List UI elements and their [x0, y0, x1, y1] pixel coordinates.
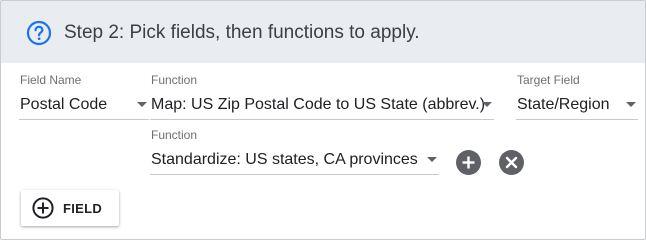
chevron-down-icon	[427, 157, 437, 162]
help-icon[interactable]	[26, 20, 52, 46]
field-name-select[interactable]: Postal Code	[19, 90, 149, 120]
step-title: Step 2: Pick fields, then functions to a…	[64, 22, 420, 43]
chevron-down-icon	[626, 102, 636, 107]
function-value: Map: US Zip Postal Code to US State (abb…	[151, 96, 486, 113]
field-name-value: Postal Code	[20, 96, 108, 113]
chevron-down-icon	[482, 102, 492, 107]
add-function-button[interactable]	[456, 150, 481, 175]
remove-function-button[interactable]	[499, 150, 524, 175]
target-field-select[interactable]: State/Region	[516, 90, 638, 120]
add-field-label: FIELD	[63, 201, 103, 216]
chevron-down-icon	[137, 102, 147, 107]
field-name-label: Field Name	[20, 73, 82, 87]
step-header: Step 2: Pick fields, then functions to a…	[1, 1, 645, 63]
close-icon	[505, 156, 518, 169]
function-label: Function	[151, 73, 198, 87]
function-label-2: Function	[151, 128, 198, 142]
target-field-label: Target Field	[517, 73, 580, 87]
step-panel: Step 2: Pick fields, then functions to a…	[0, 0, 646, 240]
plus-circle-outline-icon	[32, 197, 54, 219]
target-field-value: State/Region	[517, 96, 610, 113]
function-select-2[interactable]: Standardize: US states, CA provinces	[150, 145, 439, 175]
function-value-2: Standardize: US states, CA provinces	[151, 151, 418, 168]
add-field-button[interactable]: FIELD	[21, 190, 119, 226]
function-select[interactable]: Map: US Zip Postal Code to US State (abb…	[150, 90, 494, 120]
plus-icon	[462, 156, 475, 169]
